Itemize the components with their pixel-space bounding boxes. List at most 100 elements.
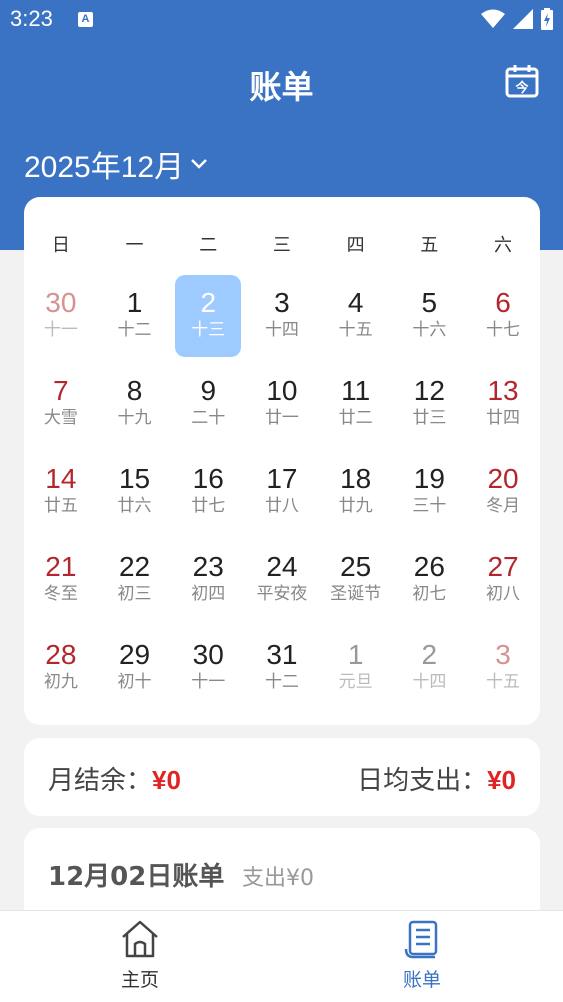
lunar-date: 初八 <box>486 584 521 604</box>
weekday-label: 四 <box>346 235 365 256</box>
month-label: 2025年12月 <box>24 151 185 184</box>
day-cell[interactable]: 1 十二 <box>102 275 168 357</box>
day-cell[interactable]: 27 初八 <box>470 539 536 621</box>
day-cell[interactable]: 13 廿四 <box>470 363 536 445</box>
day-cell[interactable]: 23 初四 <box>175 539 241 621</box>
day-number: 19 <box>413 463 445 494</box>
day-cell[interactable]: 2 十四 <box>396 627 462 709</box>
lunar-date: 冬至 <box>43 584 78 604</box>
day-cell[interactable]: 6 十七 <box>470 275 536 357</box>
status-icons <box>481 8 553 30</box>
month-selector[interactable]: 2025年12月 <box>24 142 208 186</box>
lunar-date: 廿五 <box>43 496 78 516</box>
day-number: 17 <box>266 463 298 494</box>
day-number: 23 <box>192 551 224 582</box>
day-cell[interactable]: 17 廿八 <box>249 451 315 533</box>
day-cell[interactable]: 7 大雪 <box>28 363 94 445</box>
lunar-date: 十一 <box>191 672 226 692</box>
month-summary-card: 月结余：¥0 日均支出：¥0 <box>24 738 540 816</box>
day-cell[interactable]: 15 廿六 <box>102 451 168 533</box>
status-bar: 3:23 A <box>0 0 563 40</box>
lunar-date: 十四 <box>412 672 447 692</box>
day-number: 13 <box>487 375 519 406</box>
day-number: 31 <box>266 639 298 670</box>
lunar-date: 初十 <box>117 672 152 692</box>
signal-icon <box>513 9 533 29</box>
nav-bill[interactable]: 账单 <box>362 919 482 992</box>
lunar-date: 十五 <box>486 672 521 692</box>
day-number: 9 <box>200 375 217 406</box>
day-cell[interactable]: 3 十四 <box>249 275 315 357</box>
day-cell[interactable]: 26 初七 <box>396 539 462 621</box>
day-cell[interactable]: 19 三十 <box>396 451 462 533</box>
day-number: 21 <box>45 551 77 582</box>
calendar-icon-text: 今 <box>514 80 529 96</box>
avg-label: 日均支出： <box>357 766 488 796</box>
day-cell[interactable]: 25 圣诞节 <box>323 539 389 621</box>
lunar-date: 元旦 <box>338 672 373 692</box>
day-cell[interactable]: 10 廿一 <box>249 363 315 445</box>
day-cell[interactable]: 8 十九 <box>102 363 168 445</box>
lunar-date: 廿六 <box>117 496 152 516</box>
day-cell[interactable]: 29 初十 <box>102 627 168 709</box>
day-cell[interactable]: 22 初三 <box>102 539 168 621</box>
day-cell[interactable]: 1 元旦 <box>323 627 389 709</box>
day-cell[interactable]: 12 廿三 <box>396 363 462 445</box>
weekday-label: 一 <box>125 235 144 256</box>
day-cell[interactable]: 11 廿二 <box>323 363 389 445</box>
bill-title: 12月02日账单 <box>48 862 225 892</box>
day-cell[interactable]: 28 初九 <box>28 627 94 709</box>
day-cell[interactable]: 18 廿九 <box>323 451 389 533</box>
day-number: 1 <box>126 287 143 318</box>
day-number: 12 <box>413 375 445 406</box>
weekday-label: 五 <box>420 235 439 256</box>
bottom-nav: 主页 账单 <box>0 910 563 1002</box>
lunar-date: 廿一 <box>264 408 299 428</box>
day-number: 14 <box>45 463 77 494</box>
day-number: 10 <box>266 375 298 406</box>
day-cell[interactable]: 5 十六 <box>396 275 462 357</box>
day-cell-selected[interactable]: 2 十三 <box>175 275 242 357</box>
day-cell[interactable]: 16 廿七 <box>175 451 241 533</box>
day-number: 1 <box>347 639 364 670</box>
lunar-date: 廿九 <box>338 496 373 516</box>
day-cell[interactable]: 31 十二 <box>249 627 315 709</box>
today-button[interactable]: 今 <box>505 64 539 98</box>
day-cell[interactable]: 20 冬月 <box>470 451 536 533</box>
lunar-date: 十二 <box>264 672 299 692</box>
page-title: 账单 <box>249 68 314 106</box>
day-cell[interactable]: 24 平安夜 <box>249 539 315 621</box>
chevron-down-icon <box>191 159 207 169</box>
lunar-date: 冬月 <box>486 496 521 516</box>
day-number: 3 <box>274 287 290 318</box>
balance-label: 月结余： <box>48 766 153 796</box>
month-balance: 月结余：¥0 <box>48 760 181 797</box>
lunar-date: 初九 <box>43 672 78 692</box>
day-number: 28 <box>45 639 77 670</box>
nav-home-label: 主页 <box>120 969 159 991</box>
lunar-date: 十三 <box>191 320 226 340</box>
day-number: 25 <box>340 551 372 582</box>
lunar-date: 十九 <box>117 408 152 428</box>
nav-home[interactable]: 主页 <box>80 919 200 992</box>
lunar-date: 大雪 <box>43 408 78 428</box>
weekday-label: 三 <box>272 235 291 256</box>
day-cell[interactable]: 3 十五 <box>470 627 536 709</box>
day-cell[interactable]: 9 二十 <box>175 363 241 445</box>
avg-value: ¥0 <box>487 765 516 795</box>
day-cell[interactable]: 14 廿五 <box>28 451 94 533</box>
weekday-label: 二 <box>199 235 218 256</box>
day-number: 11 <box>341 375 371 406</box>
day-cell[interactable]: 30 十一 <box>175 627 241 709</box>
day-cell[interactable]: 4 十五 <box>323 275 389 357</box>
lunar-date: 廿四 <box>486 408 521 428</box>
day-number: 5 <box>421 287 438 318</box>
status-time: 3:23 <box>10 6 53 31</box>
lunar-date: 初七 <box>412 584 447 604</box>
day-cell[interactable]: 21 冬至 <box>28 539 94 621</box>
home-icon <box>122 920 158 958</box>
day-cell[interactable]: 30 十一 <box>28 275 94 357</box>
day-number: 29 <box>118 639 151 670</box>
calendar-card: 日 一 二 三 四 五 六 30 十一 1 十二 2 十三 3 十四 4 十五 5 十六 6 十七 7 大雪 8… <box>24 197 540 725</box>
lunar-date: 十四 <box>264 320 299 340</box>
